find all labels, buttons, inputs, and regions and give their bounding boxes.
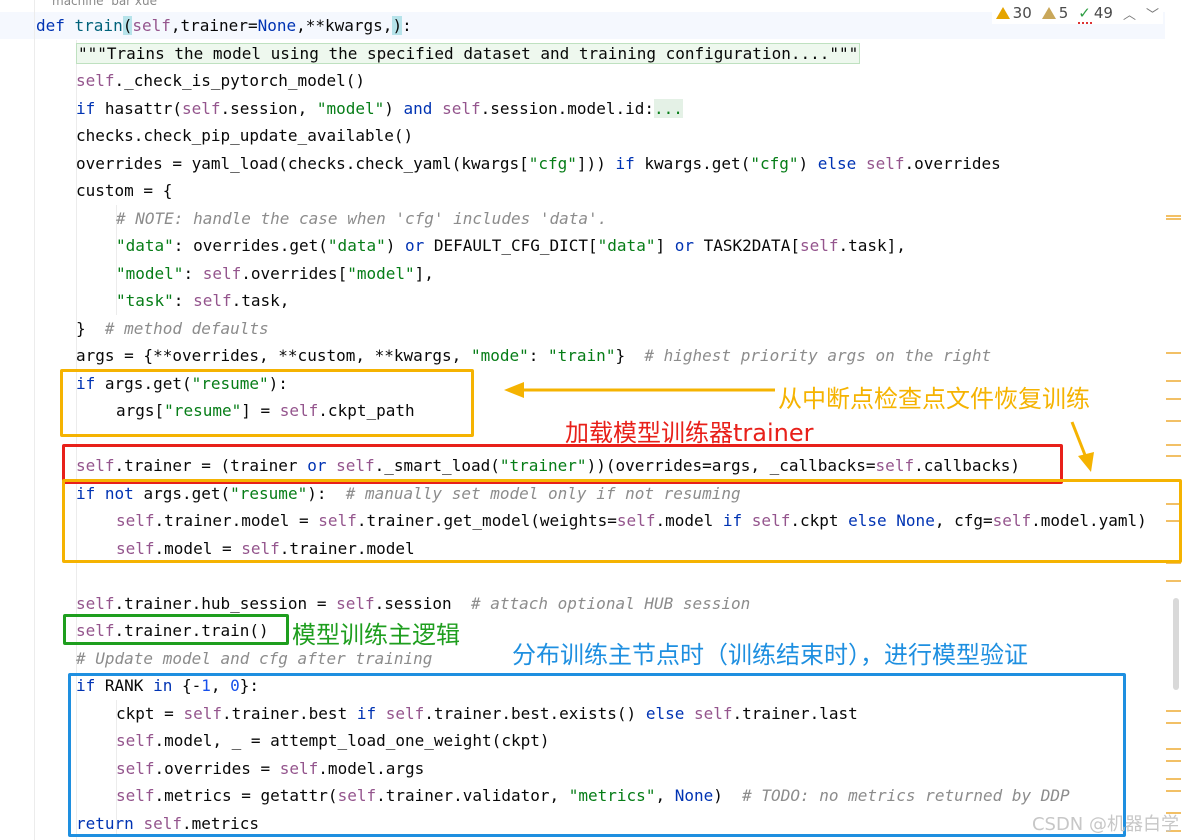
- watermark: CSDN @机器白学: [1031, 814, 1179, 835]
- get-model-arrow-line: [1070, 421, 1087, 456]
- trainer-annotation: 加载模型训练器trainer: [565, 419, 814, 447]
- resume-arrow-head: [504, 382, 524, 398]
- train-annotation: 模型训练主逻辑: [292, 621, 460, 649]
- code-editor[interactable]: machine bar xue def train(self,trainer=N…: [0, 0, 1185, 840]
- get-model-arrow-head: [1078, 452, 1094, 472]
- resume-annotation: 从中断点检查点文件恢复训练: [778, 385, 1090, 413]
- validate-annotation: 分布训练主节点时（训练结束时），进行模型验证: [512, 641, 1028, 669]
